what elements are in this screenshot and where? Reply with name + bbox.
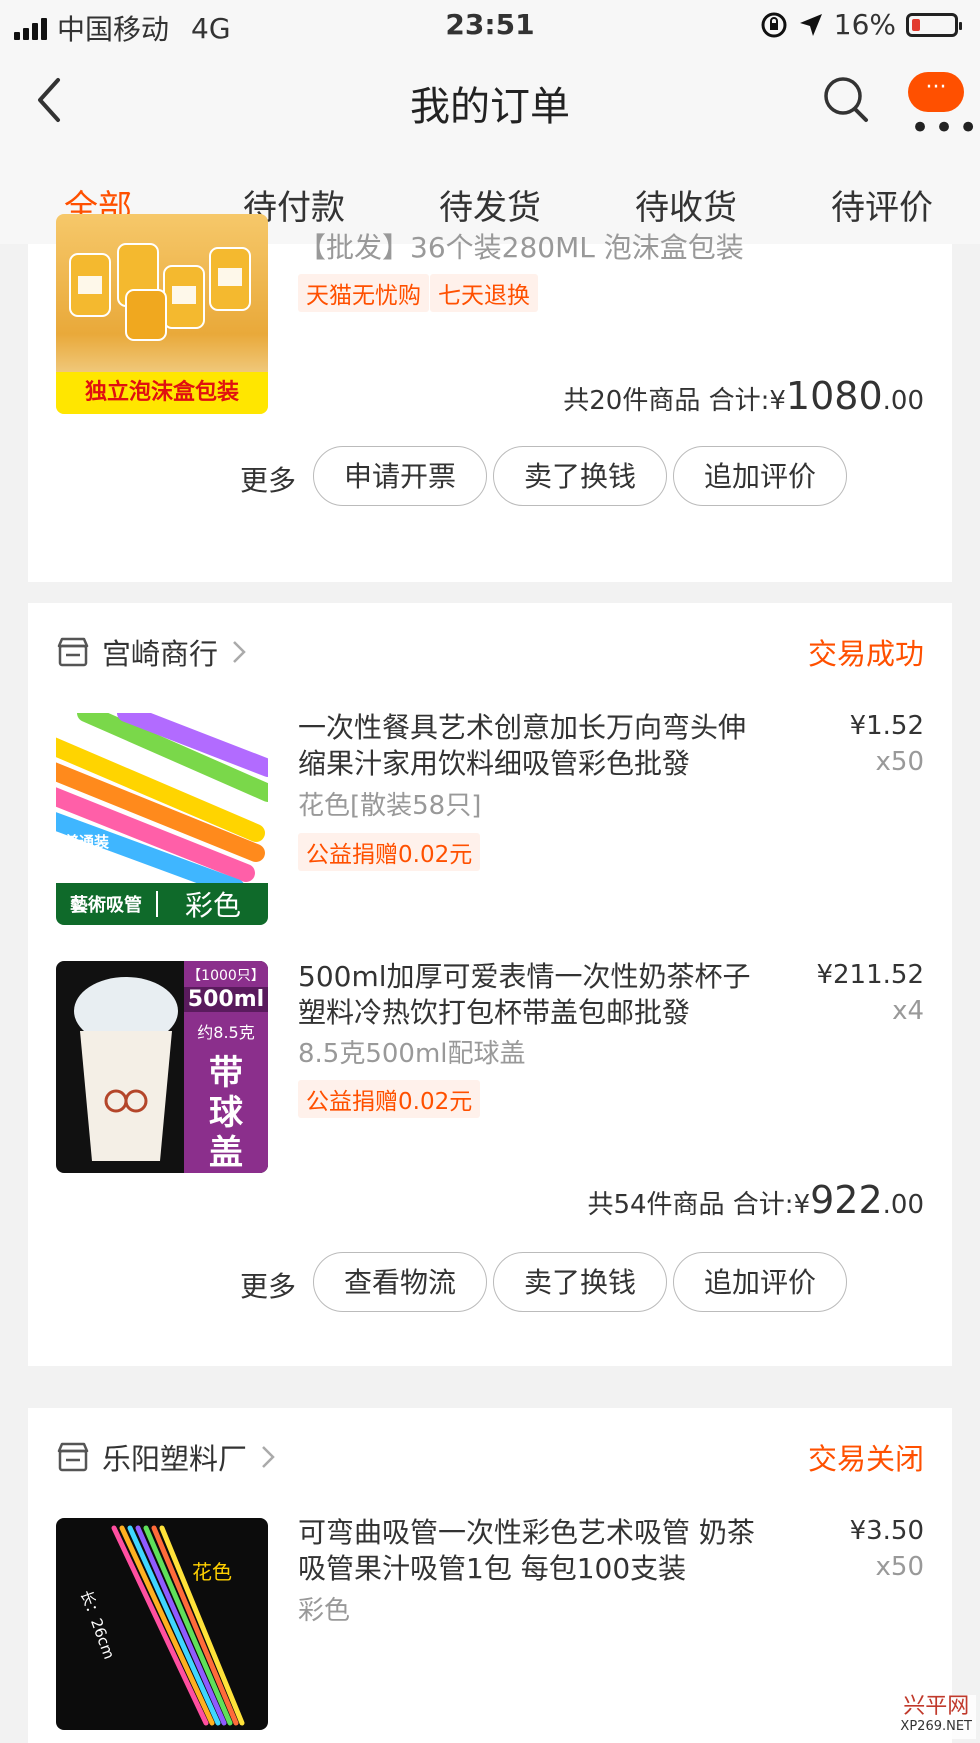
store-icon [57, 637, 89, 667]
add-review-button[interactable]: 追加评价 [673, 446, 847, 506]
orientation-lock-icon [761, 12, 787, 37]
request-invoice-button[interactable]: 申请开票 [313, 446, 487, 506]
order-status: 交易成功 [807, 637, 924, 671]
image-label-color: 彩色 [184, 889, 241, 922]
product-spec: 8.5克500ml配球盖 [298, 1039, 526, 1069]
product-image[interactable]: 【1000只】 500ml 约8.5克 带 球 盖 [56, 961, 268, 1173]
chevron-right-icon [233, 641, 246, 663]
product-title[interactable]: 500ml加厚可爱表情一次性奶茶杯子 塑料冷热饮打包杯带盖包邮批發 [298, 959, 751, 1031]
shop-name: 宫崎商行 [102, 637, 219, 671]
charity-tag: 公益捐赠0.02元 [298, 1080, 481, 1118]
store-icon [57, 1442, 89, 1472]
battery-percent: 16% [833, 8, 896, 41]
chevron-right-icon [262, 1446, 275, 1468]
image-label-color: 花色 [192, 1560, 232, 1584]
resell-button[interactable]: 卖了换钱 [493, 1252, 667, 1312]
product-spec: 彩色 [298, 1596, 351, 1626]
image-label-art: 藝術吸管 [56, 891, 158, 917]
add-review-button[interactable]: 追加评价 [673, 1252, 847, 1312]
order-card[interactable]: 独立泡沫盒包装 【批发】36个装280ML 泡沫盒包装 天猫无忧购 七天退换 共… [28, 214, 952, 582]
unit-price: ¥3.50 [849, 1516, 924, 1546]
view-logistics-button[interactable]: 查看物流 [313, 1252, 487, 1312]
order-total: 共54件商品 合计:¥922.00 [587, 1178, 924, 1222]
more-menu-button[interactable]: ··· ••• [900, 72, 978, 145]
order-status: 交易关闭 [807, 1442, 924, 1476]
image-banner: 藝術吸管 彩色 [56, 883, 268, 925]
message-badge: ··· [908, 72, 964, 112]
battery-icon [906, 12, 962, 37]
tag-seven-day-return: 七天退换 [430, 274, 538, 312]
resell-button[interactable]: 卖了换钱 [493, 446, 667, 506]
unit-price: ¥1.52 [849, 711, 924, 741]
image-label-normal: 普通装 [64, 833, 110, 851]
search-icon [824, 77, 868, 122]
nav-bar: 我的订单 ··· ••• [0, 50, 980, 150]
image-label-size: 500ml [184, 987, 268, 1012]
unit-price: ¥211.52 [816, 960, 924, 990]
product-spec: 花色[散装58只] [298, 791, 482, 821]
location-arrow-icon [799, 13, 822, 36]
quantity: x4 [892, 996, 924, 1026]
quantity: x50 [875, 1552, 924, 1582]
more-dots-icon: ••• [910, 108, 980, 148]
shop-name: 乐阳塑料厂 [102, 1442, 248, 1476]
quantity: x50 [875, 747, 924, 777]
order-total: 共20件商品 合计:¥1080.00 [563, 374, 924, 418]
product-image[interactable]: 独立泡沫盒包装 [56, 214, 268, 414]
image-label-lid-3: 盖 [209, 1133, 243, 1173]
product-image-caption: 独立泡沫盒包装 [56, 372, 268, 414]
image-label-count: 【1000只】 [187, 968, 265, 984]
image-label-weight: 约8.5克 [197, 1023, 255, 1042]
tag-tmall: 天猫无忧购 [298, 274, 429, 312]
order-card[interactable]: 宫崎商行 交易成功 普通装 约60支/包 藝術吸管 彩色 一次性餐具艺术创意加长… [28, 603, 952, 1366]
shop-link[interactable]: 宫崎商行 [56, 631, 248, 673]
tab-pending-review[interactable]: 待评价 [784, 150, 980, 244]
product-title[interactable]: 【批发】36个装280ML 泡沫盒包装 [298, 230, 744, 266]
product-title[interactable]: 一次性餐具艺术创意加长万向弯头伸 缩果汁家用饮料细吸管彩色批發 [298, 710, 746, 782]
search-button[interactable] [822, 74, 870, 126]
order-card[interactable]: 乐阳塑料厂 交易关闭 花色 长：26cm 可弯曲吸管一次性彩色艺术吸管 奶茶 吸管… [28, 1408, 952, 1743]
shop-link[interactable]: 乐阳塑料厂 [56, 1436, 277, 1478]
site-watermark: 兴平网 XP269.NET [896, 1695, 976, 1739]
product-title[interactable]: 可弯曲吸管一次性彩色艺术吸管 奶茶 吸管果汁吸管1包 每包100支装 [298, 1515, 755, 1587]
product-image[interactable]: 花色 长：26cm [56, 1518, 268, 1730]
more-actions-button[interactable]: 更多 [240, 1265, 296, 1305]
product-image[interactable]: 普通装 约60支/包 藝術吸管 彩色 [56, 713, 268, 925]
honey-jars-illustration [69, 243, 251, 341]
status-bar: 中国移动 4G 23:51 16% [0, 0, 980, 50]
image-label-count: 约60支/包 [64, 855, 111, 866]
more-actions-button[interactable]: 更多 [240, 459, 296, 499]
charity-tag: 公益捐赠0.02元 [298, 833, 481, 871]
